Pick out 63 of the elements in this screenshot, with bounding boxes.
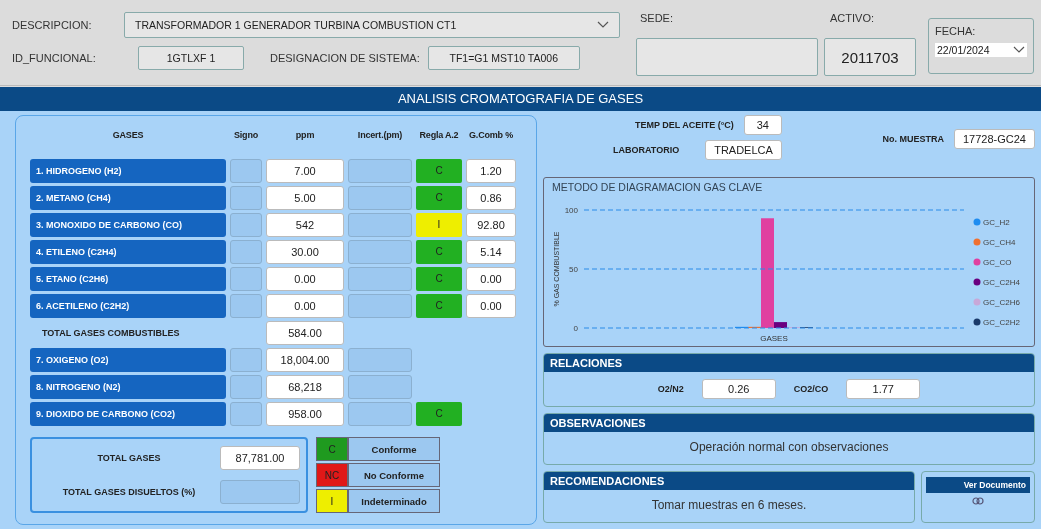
column-header: Signo	[233, 129, 259, 142]
muestra-label: No. MUESTRA	[882, 134, 944, 144]
legend-label: GC_C2H4	[983, 278, 1021, 287]
rule-status: C	[416, 240, 462, 264]
lab-label: LABORATORIO	[613, 145, 680, 155]
panel-header: RECOMENDACIONES	[544, 472, 914, 490]
legend-swatch: NC	[316, 463, 348, 487]
chart-title: METODO DE DIAGRAMACION GAS CLAVE	[551, 180, 764, 195]
legend-swatch: C	[316, 437, 348, 461]
legend-item: GC_H2	[973, 218, 1010, 227]
panel-header: RELACIONES	[544, 354, 1034, 372]
legend-item: GC_C2H6	[973, 298, 1020, 307]
field-label: ID_FUNCIONAL:	[12, 52, 97, 64]
gas-label: 5. ETANO (C2H6)	[30, 267, 226, 291]
legend-label: GC_C2H6	[983, 298, 1021, 307]
gas-label: 6. ACETILENO (C2H2)	[30, 294, 226, 318]
field-label: SEDE:	[639, 12, 674, 24]
column-header: GASES	[111, 129, 145, 142]
legend-label: No Conforme	[348, 463, 440, 487]
disueltos-label: TOTAL GASES DISUELTOS (%)	[61, 487, 197, 497]
legend-swatch: I	[316, 489, 348, 513]
column-header: Regla A.2	[418, 129, 460, 142]
legend-label: GC_CO	[983, 258, 1012, 267]
field-label: DESIGNACION DE SISTEMA:	[270, 52, 420, 64]
total-label: TOTAL GASES COMBUSTIBLES	[41, 327, 181, 340]
legend-item: GC_CO	[973, 258, 1012, 267]
field-label: ACTIVO:	[829, 12, 875, 24]
legend-label: GC_H2	[983, 218, 1011, 227]
gas-label: 4. ETILENO (C2H4)	[30, 240, 226, 264]
y-axis: 0 50 100	[564, 206, 578, 333]
temp-label: TEMP DEL ACEITE (°C)	[634, 120, 734, 130]
section-title: ANALISIS CROMATOGRAFIA DE GASES	[0, 86, 1041, 111]
column-header: ppm	[294, 129, 316, 142]
field-label: DESCRIPCION:	[12, 19, 93, 31]
rule-status: I	[416, 213, 462, 237]
gas-label: 9. DIOXIDO DE CARBONO (CO2)	[30, 402, 226, 426]
legend-label: GC_C2H2	[983, 318, 1021, 327]
gas-label: 2. METANO (CH4)	[30, 186, 226, 210]
legend-item: GC_C2H4	[973, 278, 1020, 287]
rule-status: C	[416, 267, 462, 291]
observaciones-text: Operación normal con observaciones	[688, 439, 890, 456]
total-gases-label: TOTAL GASES	[96, 453, 162, 463]
legend-label: GC_CH4	[983, 238, 1016, 247]
legend-label: Conforme	[348, 437, 440, 461]
ratio-label: CO2/CO	[793, 384, 829, 394]
rule-status: C	[416, 159, 462, 183]
column-header: Incert.(pm)	[356, 129, 404, 142]
panel-header: OBSERVACIONES	[544, 414, 1034, 432]
column-header: G.Comb %	[468, 129, 514, 142]
legend-item: GC_CH4	[973, 238, 1016, 247]
legend-label: Indeterminado	[348, 489, 440, 513]
rule-status: C	[416, 186, 462, 210]
rule-status: C	[416, 294, 462, 318]
rule-status: C	[416, 402, 462, 426]
gas-label: 8. NITROGENO (N2)	[30, 375, 226, 399]
x-axis-label: GASES	[760, 334, 788, 343]
field-label: FECHA:	[935, 25, 977, 37]
gas-label: 3. MONOXIDO DE CARBONO (CO)	[30, 213, 226, 237]
legend-item: GC_C2H2	[973, 318, 1020, 327]
gas-label: 1. HIDROGENO (H2)	[30, 159, 226, 183]
ratio-label: O2/N2	[657, 384, 684, 394]
recomendaciones-text: Tomar muestras en 6 meses.	[650, 497, 808, 514]
gas-label: 7. OXIGENO (O2)	[30, 348, 226, 372]
